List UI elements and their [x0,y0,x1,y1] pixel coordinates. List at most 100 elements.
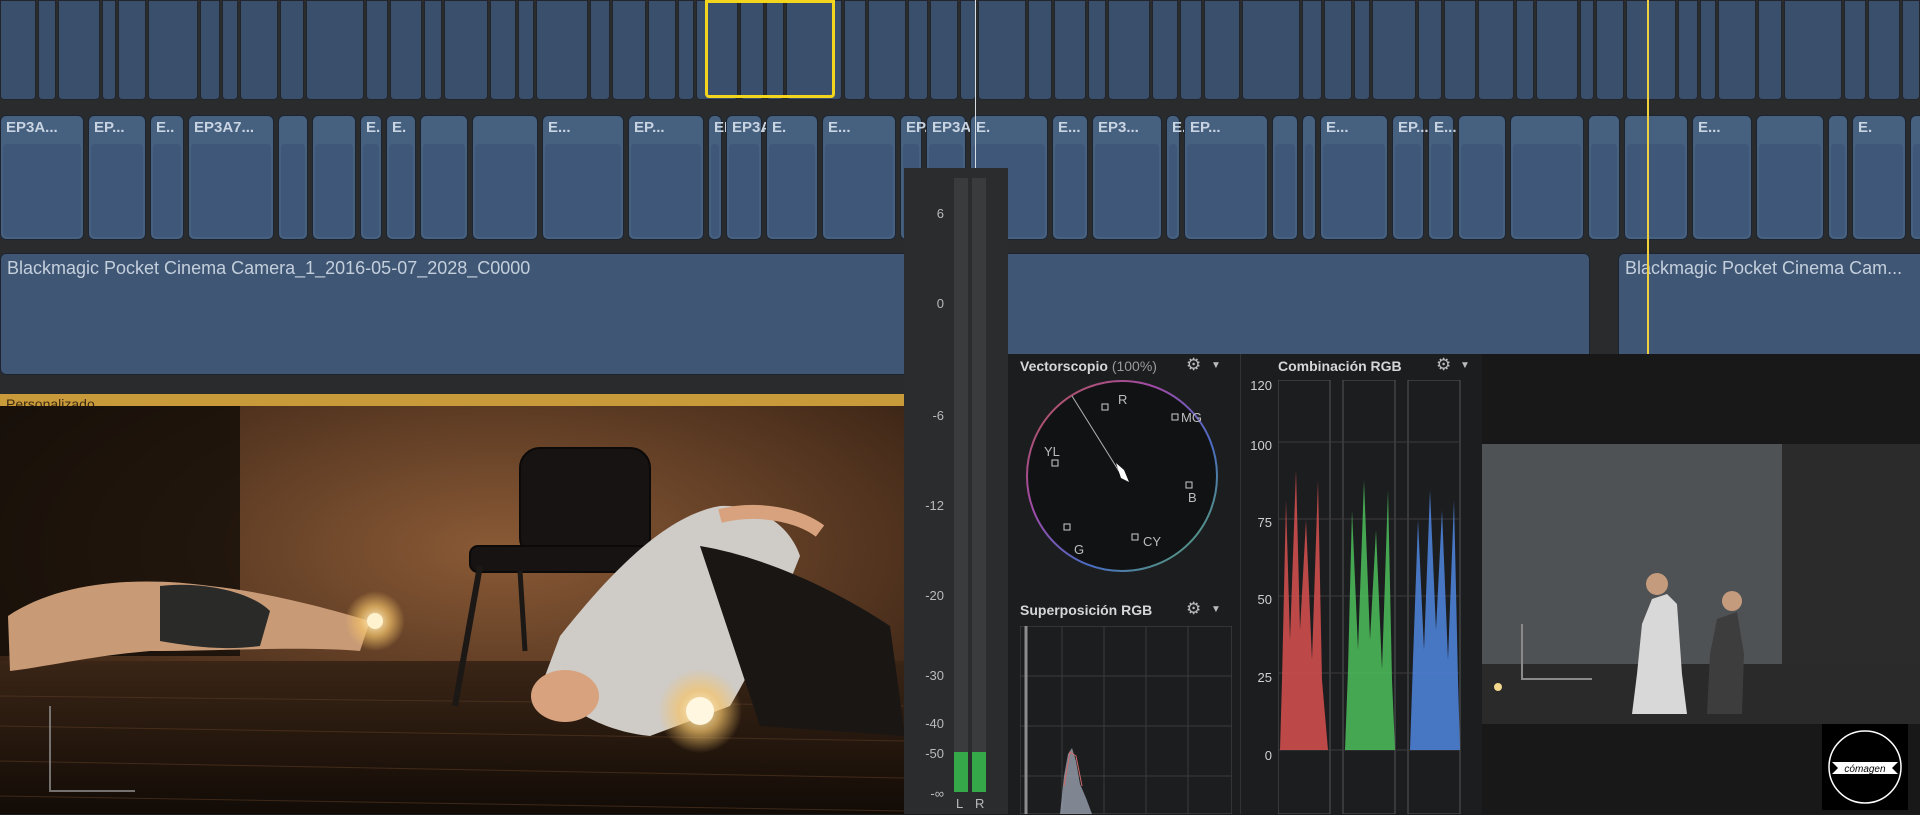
video-thumbnail[interactable] [222,0,238,100]
timeline-clip[interactable]: E... [1692,115,1752,240]
timeline-clip[interactable] [1910,115,1920,240]
timeline-clip[interactable]: E... [822,115,896,240]
video-thumbnail[interactable] [1718,0,1756,100]
timeline-clip[interactable] [1624,115,1688,240]
video-thumbnail[interactable] [490,0,516,100]
timeline-clip[interactable]: EP3... [1092,115,1162,240]
video-thumbnail[interactable] [1536,0,1578,100]
timeline-clip[interactable]: E. [766,115,818,240]
video-thumbnail[interactable] [612,0,646,100]
video-thumbnail[interactable] [930,0,958,100]
timeline-clip[interactable] [1756,115,1824,240]
timeline-clip[interactable]: E.. [150,115,184,240]
video-scopes-panel[interactable]: Vectorscopio (100%) ⚙ ▼ R MG YL B G CY S… [1008,354,1482,814]
timeline-clip[interactable]: EP3A... [726,115,784,240]
vectorscope[interactable]: Vectorscopio (100%) ⚙ ▼ R MG YL B G CY [1008,354,1240,594]
main-viewer[interactable] [0,406,905,814]
chevron-down-icon[interactable]: ▼ [1211,604,1221,615]
timeline-clip[interactable]: E. [386,115,416,240]
timeline-clip[interactable] [1302,115,1316,240]
video-thumbnail[interactable] [200,0,220,100]
video-thumbnail[interactable] [1242,0,1300,100]
timeline-clip[interactable]: EP3A7... [188,115,274,240]
video-thumbnail[interactable] [1354,0,1370,100]
timeline-clip[interactable] [1458,115,1506,240]
video-thumbnail[interactable] [1372,0,1416,100]
video-thumbnail[interactable] [102,0,116,100]
video-thumbnail[interactable] [1324,0,1352,100]
video-thumbnail[interactable] [424,0,442,100]
timeline-clip[interactable] [278,115,308,240]
video-thumbnail[interactable] [1054,0,1086,100]
timeline-clip[interactable]: EP... [1392,115,1429,240]
video-thumbnail[interactable] [868,0,906,100]
audio-meters[interactable]: 6 0 -6 -12 -20 -30 -40 -50 -∞ L R [904,168,1008,814]
video-thumbnail[interactable] [1758,0,1782,100]
video-thumbnail[interactable] [1596,0,1624,100]
video-thumbnail[interactable] [240,0,278,100]
video-thumbnail[interactable] [1868,0,1900,100]
rgb-overlay-scope[interactable]: Superposición RGB ⚙ ▼ [1008,598,1240,814]
video-thumbnail[interactable] [590,0,610,100]
timeline-clip[interactable]: EP3A... [708,115,766,240]
video-thumbnail[interactable] [1580,0,1594,100]
video-thumbnail[interactable] [1902,0,1920,100]
video-thumbnail[interactable] [678,0,694,100]
video-thumbnail[interactable] [58,0,100,100]
video-thumbnail[interactable] [518,0,534,100]
timeline-clip[interactable]: EP... [88,115,146,240]
timeline-clip[interactable]: EP... [628,115,704,240]
video-thumbnail[interactable] [978,0,1026,100]
timeline-clip[interactable]: E... [1428,115,1457,240]
video-thumbnail[interactable] [390,0,422,100]
gear-icon[interactable]: ⚙ [1436,355,1451,375]
video-thumbnail[interactable] [38,0,56,100]
video-thumbnail[interactable] [1784,0,1842,100]
video-thumbnail[interactable] [1626,0,1676,100]
video-thumbnail[interactable] [0,0,36,100]
video-thumbnail[interactable] [1418,0,1442,100]
timeline-clip[interactable]: EP... [1184,115,1268,240]
timeline-clip[interactable]: E. [360,115,382,240]
video-thumbnail[interactable] [148,0,198,100]
video-thumbnail[interactable] [1678,0,1698,100]
video-thumbnail[interactable] [1444,0,1476,100]
timeline-clip[interactable]: E... [542,115,624,240]
timeline-clip[interactable] [312,115,356,240]
video-thumbnail[interactable] [1088,0,1106,100]
video-thumbnail[interactable] [1108,0,1150,100]
video-thumbnail[interactable] [844,0,866,100]
video-thumbnail[interactable] [960,0,976,100]
chevron-down-icon[interactable]: ▼ [1460,360,1470,371]
playhead[interactable] [1647,0,1649,355]
video-thumbnail[interactable] [1516,0,1534,100]
video-thumbnail[interactable] [444,0,488,100]
selected-clip-highlight[interactable] [705,0,835,98]
video-thumbnail[interactable] [648,0,676,100]
timeline-clip[interactable]: EP3A... [0,115,84,240]
video-thumbnail[interactable] [1302,0,1322,100]
video-thumbnail[interactable] [1700,0,1716,100]
timeline-clip[interactable] [420,115,468,240]
video-thumbnail[interactable] [366,0,388,100]
chevron-down-icon[interactable]: ▼ [1211,360,1221,371]
video-thumbnail[interactable] [1844,0,1866,100]
gear-icon[interactable]: ⚙ [1186,355,1201,375]
rgb-parade-scope[interactable]: Combinación RGB ⚙ ▼ 120 100 75 50 25 0 [1242,354,1482,814]
timeline-clip[interactable] [1510,115,1584,240]
video-thumbnail[interactable] [536,0,588,100]
timeline-clip[interactable] [1588,115,1620,240]
timeline-clip[interactable] [1828,115,1848,240]
timeline-clip[interactable] [472,115,538,240]
video-thumbnail[interactable] [1180,0,1202,100]
timeline-clip[interactable]: E... [1052,115,1088,240]
video-thumbnail[interactable] [306,0,364,100]
timeline-clip[interactable]: E. [1852,115,1906,240]
timeline-clip[interactable] [1272,115,1298,240]
video-thumbnail[interactable] [908,0,928,100]
video-thumbnail[interactable] [1028,0,1052,100]
timeline-clip[interactable]: E... [1166,115,1195,240]
video-thumbnail[interactable] [280,0,304,100]
video-thumbnail[interactable] [1204,0,1240,100]
gear-icon[interactable]: ⚙ [1186,599,1201,619]
